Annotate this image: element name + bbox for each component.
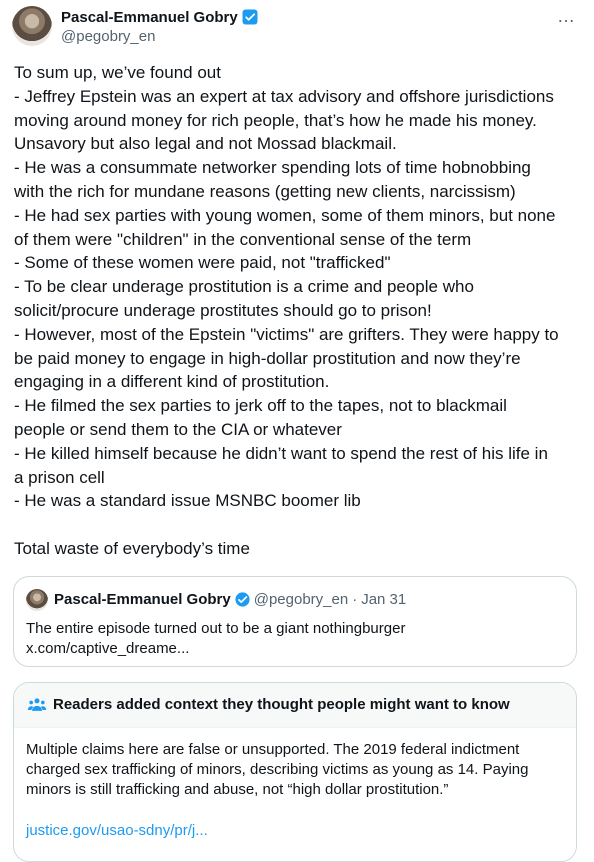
quoted-tweet-header: Pascal-Emmanuel Gobry @pegobry_en · Jan … — [54, 591, 406, 608]
community-note-header: Readers added context they thought peopl… — [14, 683, 576, 728]
quoted-tweet[interactable]: Pascal-Emmanuel Gobry @pegobry_en · Jan … — [13, 576, 577, 667]
people-icon — [27, 698, 47, 711]
more-options-icon[interactable]: … — [557, 6, 576, 27]
tweet-header: Pascal-Emmanuel Gobry @pegobry_en … — [12, 6, 582, 50]
quoted-author-display-name: Pascal-Emmanuel Gobry — [54, 591, 231, 608]
quoted-author-avatar — [26, 589, 48, 611]
quoted-verified-badge-icon — [235, 592, 250, 607]
author-display-name[interactable]: Pascal-Emmanuel Gobry — [61, 9, 238, 26]
community-note-body: Multiple claims here are false or unsupp… — [26, 741, 529, 798]
author-name-row: Pascal-Emmanuel Gobry — [61, 8, 259, 26]
quoted-tweet-date[interactable]: Jan 31 — [361, 591, 406, 608]
verified-badge-icon — [242, 9, 258, 25]
author-avatar[interactable] — [12, 6, 52, 46]
quoted-tweet-text: The entire episode turned out to be a gi… — [26, 620, 406, 657]
quoted-author-handle: @pegobry_en — [253, 591, 349, 608]
community-note-title: Readers added context they thought peopl… — [53, 696, 510, 713]
quoted-separator-dot: · — [352, 591, 358, 608]
community-note-source-link[interactable]: justice.gov/usao-sdny/pr/j... — [26, 822, 208, 839]
author-handle[interactable]: @pegobry_en — [61, 28, 155, 45]
tweet-text: To sum up, we’ve found out - Jeffrey Eps… — [14, 63, 559, 558]
community-note: Readers added context they thought peopl… — [13, 682, 577, 862]
